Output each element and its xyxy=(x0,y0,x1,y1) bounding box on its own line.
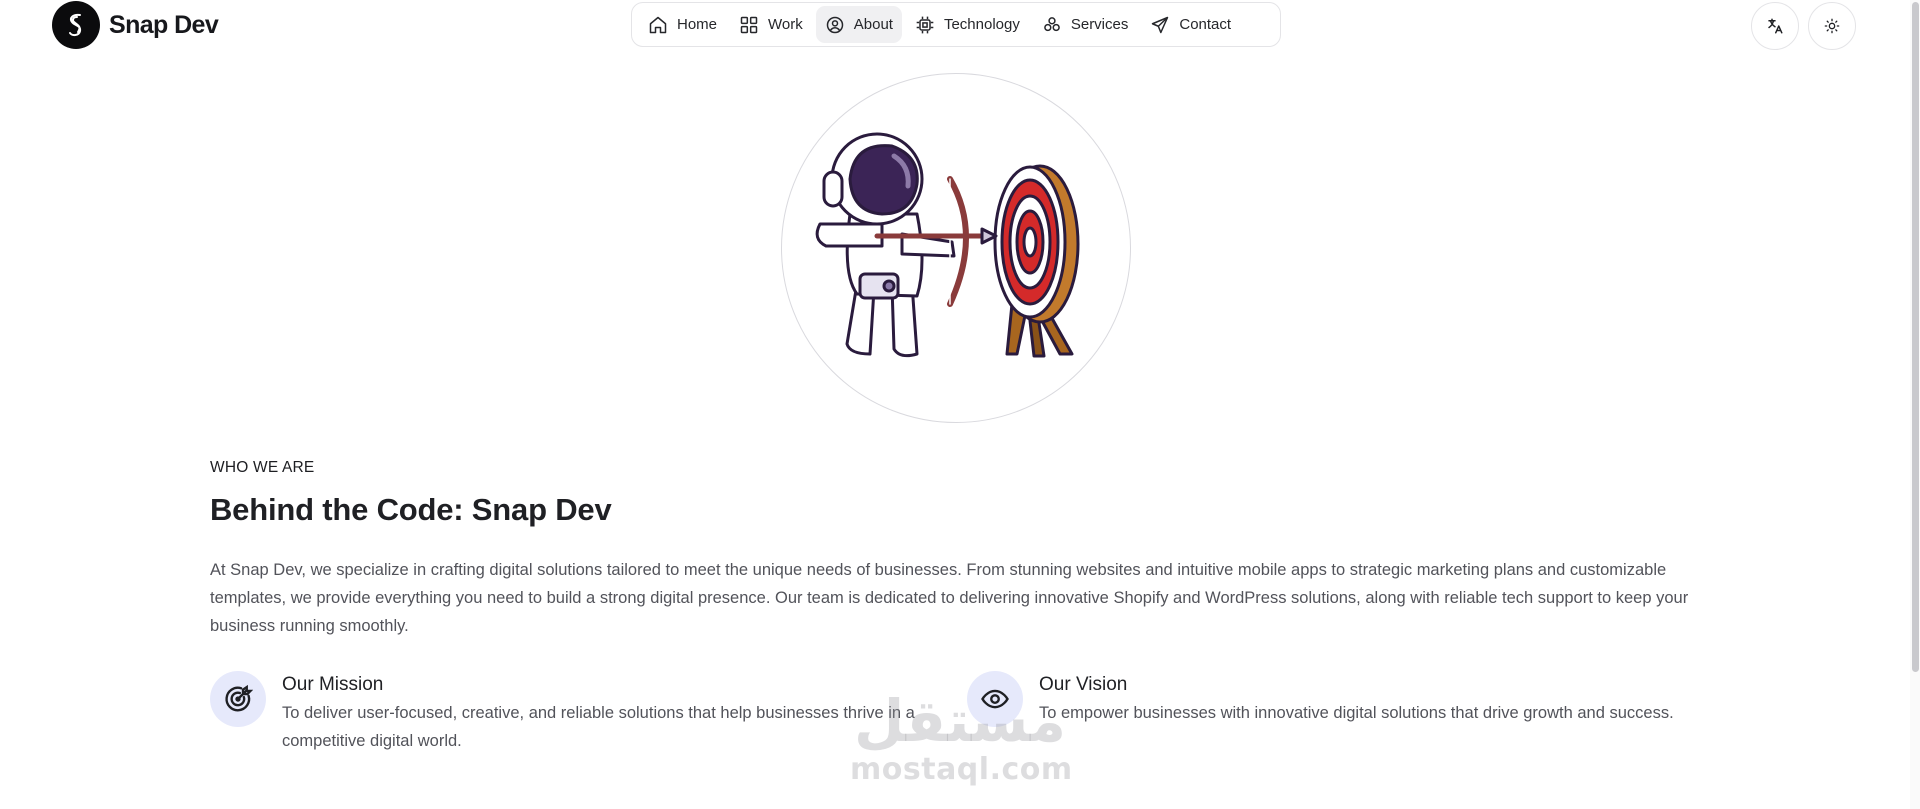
eye-icon xyxy=(981,689,1009,709)
home-icon xyxy=(649,16,667,33)
nav-label-contact: Contact xyxy=(1179,16,1232,33)
vision-block: Our Vision To empower businesses with in… xyxy=(967,671,1727,727)
translate-icon xyxy=(1768,18,1783,34)
components-icon xyxy=(1044,16,1060,31)
target-icon xyxy=(225,684,253,712)
nav-label-about: About xyxy=(853,16,893,33)
page-scrollbar[interactable] xyxy=(1910,0,1920,809)
section-eyebrow: WHO WE ARE xyxy=(210,459,315,476)
user-circle-icon xyxy=(826,16,843,33)
mission-icon-badge xyxy=(210,671,266,727)
watermark-latin: mostaql.com xyxy=(850,752,1073,787)
hero-illustration xyxy=(781,73,1131,423)
sun-icon xyxy=(1824,18,1840,34)
grid-icon xyxy=(740,16,758,33)
nav-label-home: Home xyxy=(677,16,718,33)
nav-item-about[interactable]: About xyxy=(815,6,902,43)
nav-item-services[interactable]: Services xyxy=(1033,6,1138,43)
nav-item-work[interactable]: Work xyxy=(730,6,812,43)
nav-item-home[interactable]: Home xyxy=(639,6,726,43)
theme-toggle-button[interactable] xyxy=(1808,2,1856,50)
mission-title: Our Mission xyxy=(282,674,384,695)
page-title: Behind the Code: Snap Dev xyxy=(210,492,612,527)
vision-text: To empower businesses with innovative di… xyxy=(1039,704,1674,722)
main-nav: Home Work About Technology Services Cont… xyxy=(631,2,1281,47)
mission-block: Our Mission To deliver user-focused, cre… xyxy=(210,671,970,755)
s-swirl-logo-icon xyxy=(52,1,100,49)
translate-button[interactable] xyxy=(1751,2,1799,50)
scrollbar-thumb[interactable] xyxy=(1912,2,1919,672)
astronaut-archer-illustration xyxy=(815,132,1080,358)
brand-logo[interactable]: Snap Dev xyxy=(52,1,219,49)
vision-icon-badge xyxy=(967,671,1023,727)
nav-label-services: Services xyxy=(1070,16,1129,33)
mission-text: To deliver user-focused, creative, and r… xyxy=(282,704,915,750)
nav-label-work: Work xyxy=(768,16,803,33)
about-description: At Snap Dev, we specialize in crafting d… xyxy=(210,561,1689,635)
vision-title: Our Vision xyxy=(1039,674,1128,695)
brand-name: Snap Dev xyxy=(109,10,219,39)
cpu-icon xyxy=(916,16,934,33)
send-icon xyxy=(1152,16,1169,33)
nav-label-technology: Technology xyxy=(943,16,1020,33)
nav-item-technology[interactable]: Technology xyxy=(906,6,1029,43)
nav-item-contact[interactable]: Contact xyxy=(1141,6,1240,43)
